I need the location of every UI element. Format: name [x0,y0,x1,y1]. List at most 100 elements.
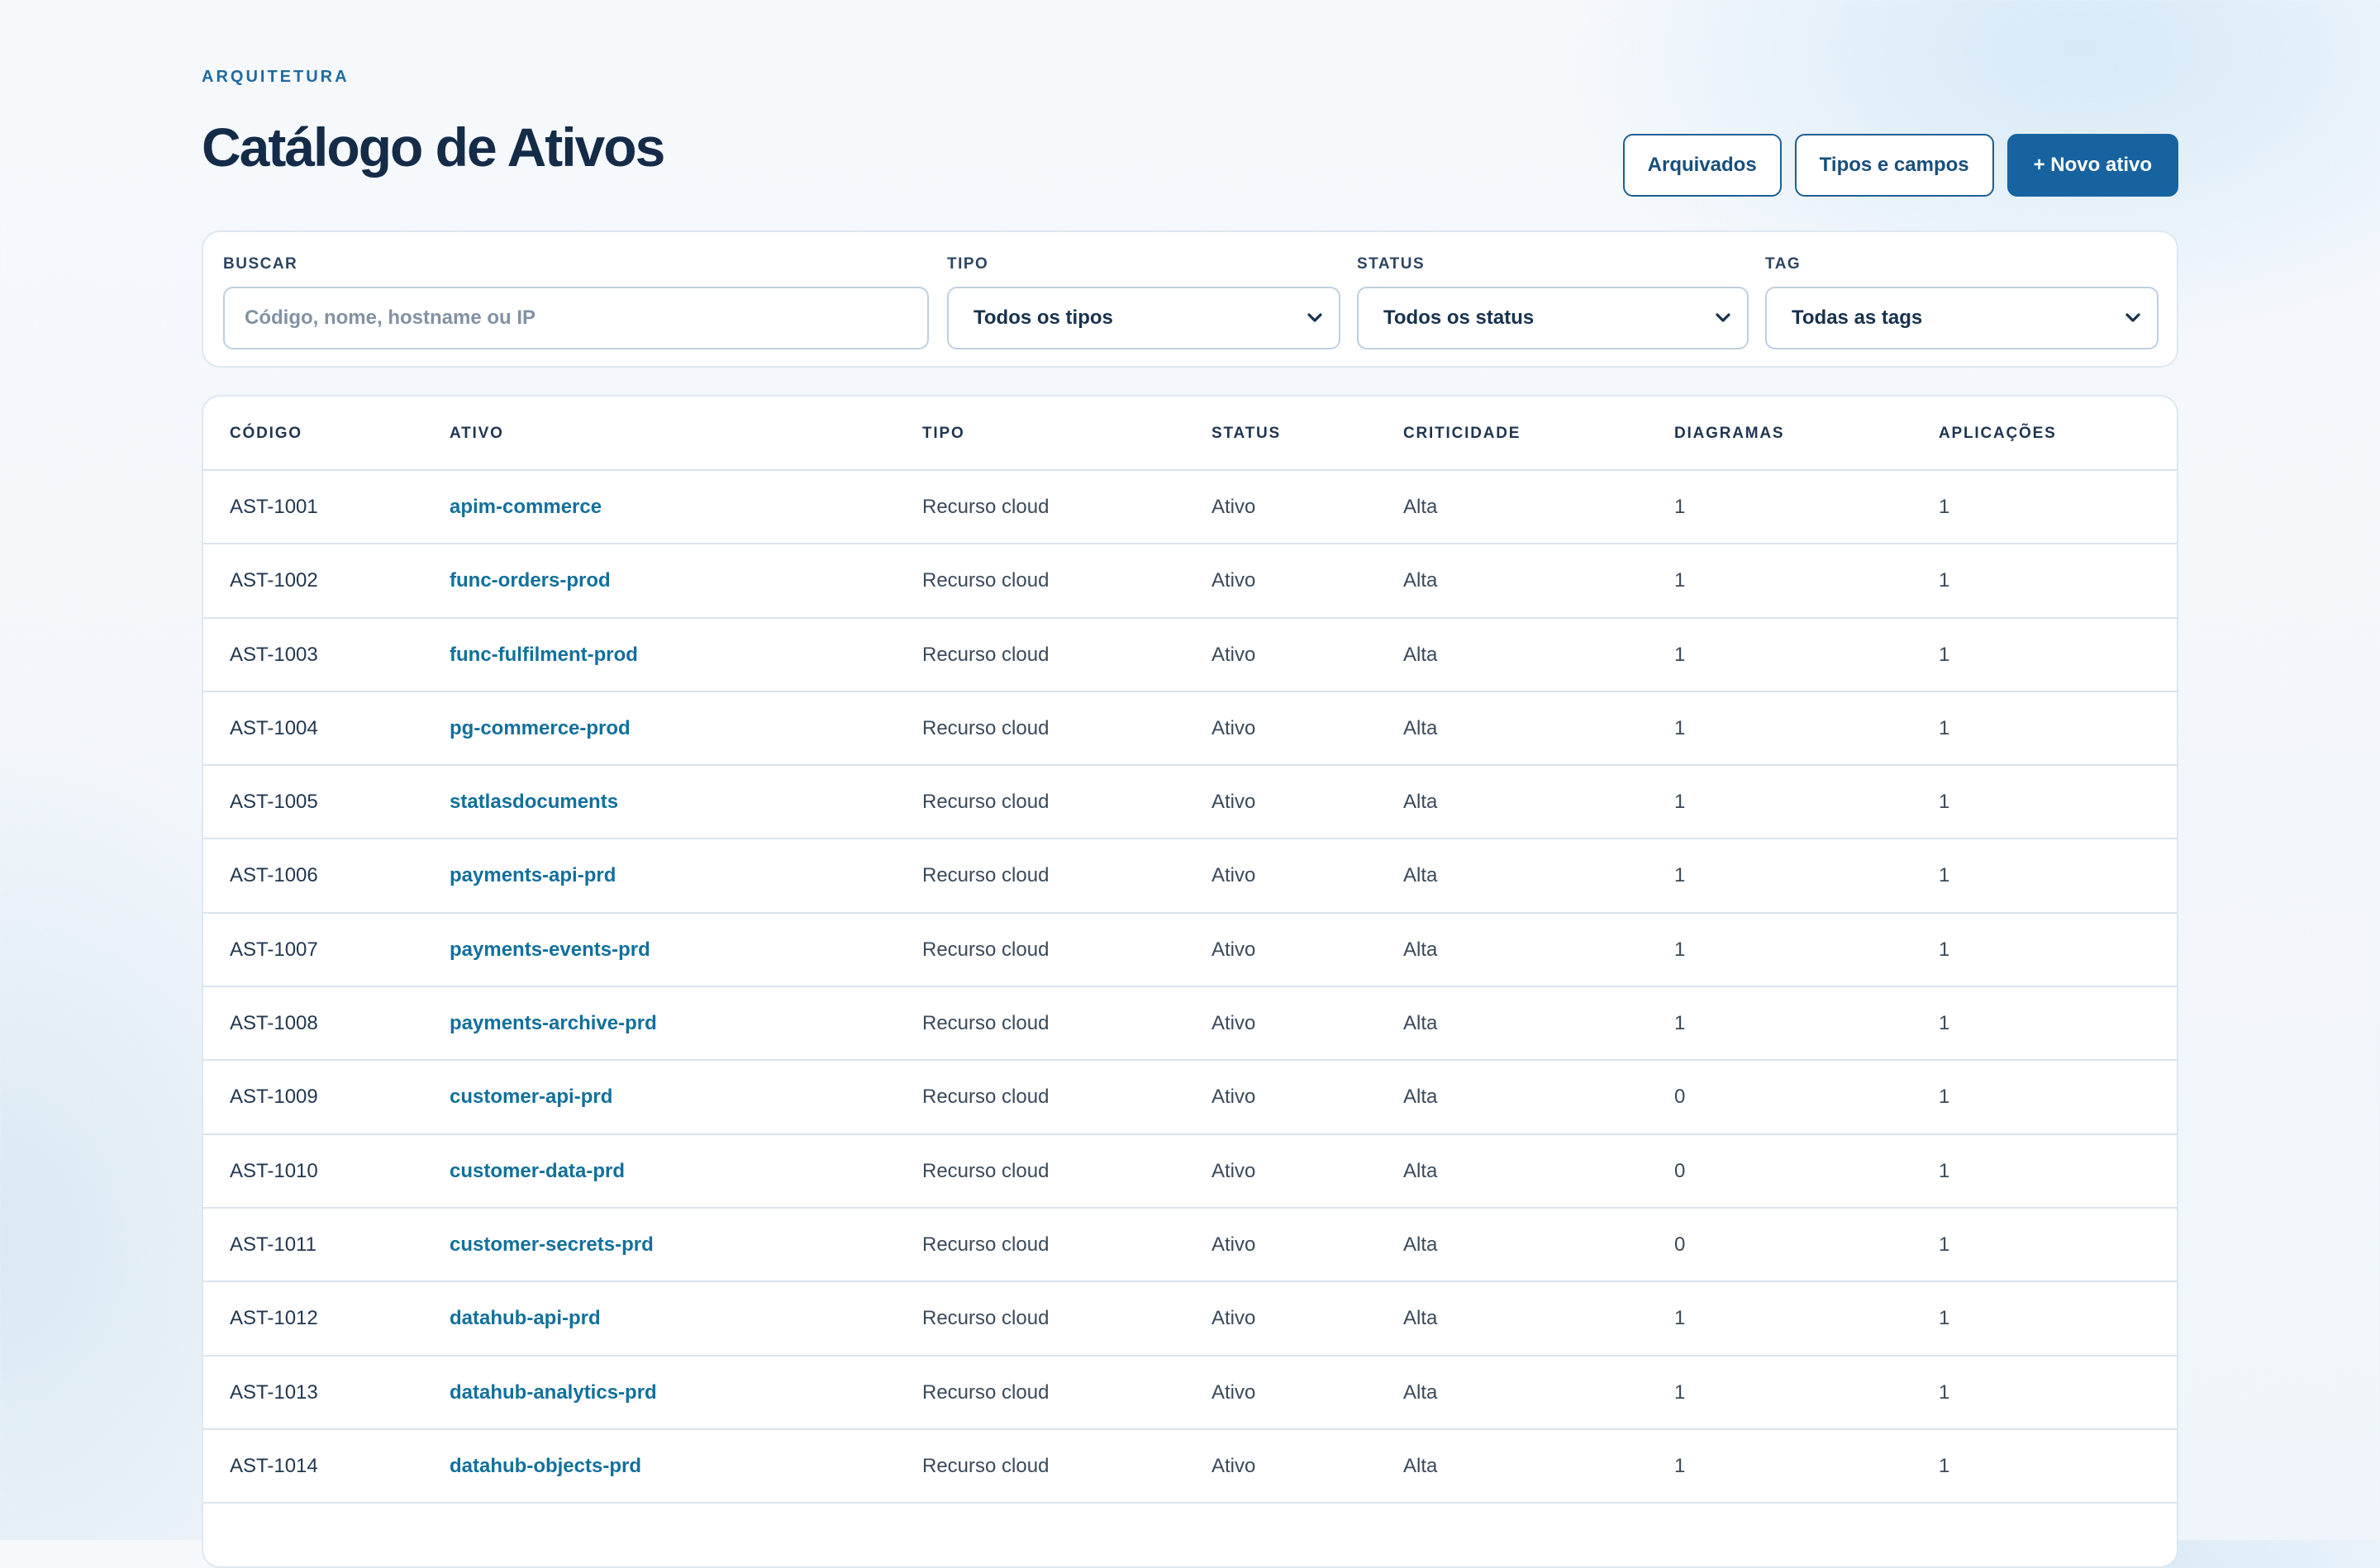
cell-criticality: Alta [1403,791,1438,814]
cell-status: Ativo [1211,1307,1256,1330]
table-row[interactable]: AST-1002 func-orders-prod Recurso cloud Ati… [203,544,2177,619]
cell-criticality: Alta [1403,1012,1438,1035]
section-eyebrow: ARQUITETURA [202,68,350,86]
tag-select[interactable]: Todas as tags [1765,287,2159,349]
cell-applications: 1 [1939,1159,1950,1182]
cell-criticality: Alta [1403,1159,1438,1182]
type-select[interactable]: Todos os tipos [947,287,1340,349]
table-row[interactable]: AST-1011 customer-secrets-prd Recurso clou… [203,1209,2177,1283]
new-asset-button[interactable]: + Novo ativo [2006,134,2178,197]
cell-status: Ativo [1211,496,1256,518]
table-row[interactable]: AST-1014 datahub-objects-prd Recurso cloud… [203,1430,2177,1504]
cell-type: Recurso cloud [922,864,1050,887]
cell-status: Ativo [1211,1454,1256,1477]
table-row[interactable]: AST-1013 datahub-analytics-prd Recurso clo… [203,1357,2177,1430]
cell-diagrams: 0 [1674,1159,1686,1182]
asset-name-link[interactable]: pg-commerce-prod [450,692,631,764]
table-row[interactable]: AST-1001 apim-commerce Recurso cloud Ativo A… [203,471,2177,545]
cell-code: AST-1014 [230,1454,318,1477]
asset-name-link[interactable]: statlasdocuments [450,766,618,838]
archived-button[interactable]: Arquivados [1622,134,1782,197]
cell-status: Ativo [1211,643,1256,666]
cell-type: Recurso cloud [922,716,1050,739]
cell-diagrams: 1 [1674,1454,1686,1477]
table-header: CÓDIGO ATIVO TIPO STATUS CRITICIDADE DIA… [203,397,2177,471]
cell-type: Recurso cloud [922,938,1050,961]
table-row[interactable]: AST-1008 payments-archive-prd Recurso clou… [203,987,2177,1062]
cell-applications: 1 [1939,716,1950,739]
asset-name-link[interactable]: func-fulfilment-prod [450,619,638,691]
cell-applications: 1 [1939,1233,1950,1256]
cell-diagrams: 0 [1674,1233,1686,1256]
column-header-code[interactable]: CÓDIGO [230,425,302,443]
cell-code: AST-1012 [230,1307,318,1330]
cell-criticality: Alta [1403,496,1438,518]
column-header-diagrams[interactable]: DIAGRAMAS [1674,425,1784,443]
asset-name-link[interactable]: datahub-analytics-prd [450,1357,657,1428]
table-row[interactable]: AST-1007 payments-events-prd Recurso cloud… [203,914,2177,988]
table-row[interactable]: AST-1009 customer-api-prd Recurso cloud Ati… [203,1061,2177,1135]
tag-select-value: Todas as tags [1792,306,1923,329]
cell-applications: 1 [1939,1454,1950,1477]
cell-code: AST-1005 [230,791,318,814]
tag-label: TAG [1765,255,1802,273]
cell-code: AST-1009 [230,1086,318,1109]
asset-name-link[interactable]: datahub-objects-prd [450,1430,641,1502]
cell-status: Ativo [1211,1233,1256,1256]
cell-diagrams: 1 [1674,496,1686,518]
asset-name-link[interactable]: customer-data-prd [450,1135,625,1207]
asset-name-link[interactable]: payments-archive-prd [450,987,657,1059]
type-label: TIPO [947,255,989,273]
asset-name-link[interactable]: payments-events-prd [450,914,650,986]
table-body: AST-1001 apim-commerce Recurso cloud Ativo A… [203,471,2177,1504]
asset-name-link[interactable]: func-orders-prod [450,544,611,616]
asset-name-link[interactable]: customer-api-prd [450,1061,612,1133]
cell-code: AST-1011 [230,1233,317,1256]
cell-diagrams: 1 [1674,938,1686,961]
cell-applications: 1 [1939,643,1950,666]
cell-applications: 1 [1939,496,1950,518]
cell-type: Recurso cloud [922,569,1050,592]
cell-diagrams: 1 [1674,1380,1686,1404]
status-select[interactable]: Todos os status [1357,287,1749,349]
status-select-value: Todos os status [1383,306,1535,329]
type-filter: TIPO Todos os tipos [947,255,1340,349]
types-fields-button[interactable]: Tipos e campos [1794,134,1994,197]
search-filter: BUSCAR [223,255,929,349]
asset-name-link[interactable]: apim-commerce [450,471,602,543]
table-row[interactable]: AST-1003 func-fulfilment-prod Recurso clou… [203,619,2177,692]
asset-name-link[interactable]: payments-api-prd [450,839,616,911]
cell-diagrams: 1 [1674,1012,1686,1035]
cell-diagrams: 0 [1674,1086,1686,1109]
column-header-criticality[interactable]: CRITICIDADE [1403,425,1521,443]
cell-code: AST-1002 [230,569,318,592]
column-header-applications[interactable]: APLICAÇÕES [1939,425,2057,443]
cell-status: Ativo [1211,1380,1256,1404]
header-actions: Arquivados Tipos e campos + Novo ativo [1622,134,2178,197]
status-label: STATUS [1357,255,1426,273]
cell-status: Ativo [1211,938,1256,961]
column-header-status[interactable]: STATUS [1211,425,1281,443]
cell-diagrams: 1 [1674,716,1686,739]
cell-code: AST-1003 [230,643,318,666]
cell-status: Ativo [1211,791,1256,814]
column-header-type[interactable]: TIPO [922,425,965,443]
asset-name-link[interactable]: datahub-api-prd [450,1282,601,1354]
search-input[interactable] [243,306,909,330]
cell-code: AST-1007 [230,938,318,961]
table-row[interactable]: AST-1005 statlasdocuments Recurso cloud Ati… [203,766,2177,840]
cell-type: Recurso cloud [922,1012,1050,1035]
table-row[interactable]: AST-1006 payments-api-prd Recurso cloud Ati… [203,839,2177,914]
tag-filter: TAG Todas as tags [1765,255,2159,349]
cell-type: Recurso cloud [922,1086,1050,1109]
chevron-down-icon [1306,309,1324,327]
column-header-asset[interactable]: ATIVO [450,425,504,443]
cell-code: AST-1001 [230,496,318,518]
cell-criticality: Alta [1403,1086,1438,1109]
cell-applications: 1 [1939,1307,1950,1330]
table-row[interactable]: AST-1004 pg-commerce-prod Recurso cloud Ati… [203,692,2177,767]
table-row[interactable]: AST-1012 datahub-api-prd Recurso cloud Ativ… [203,1282,2177,1357]
asset-name-link[interactable]: customer-secrets-prd [450,1209,654,1281]
table-row[interactable]: AST-1010 customer-data-prd Recurso cloud At… [203,1135,2177,1209]
cell-code: AST-1004 [230,716,318,739]
